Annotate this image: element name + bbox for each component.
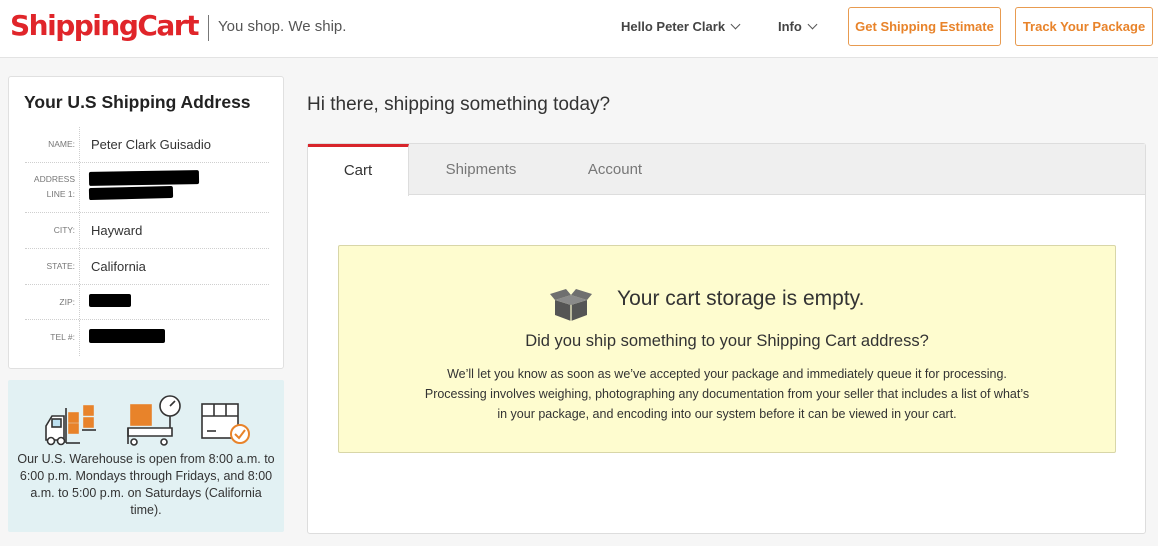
greeting-heading: Hi there, shipping something today? <box>307 94 611 115</box>
redacted-phone <box>89 329 165 343</box>
state-value: California <box>91 259 146 274</box>
top-header: ShippingCart You shop. We ship. Hello Pe… <box>0 0 1158 58</box>
address-line1-label: ADDRESS LINE 1: <box>33 174 75 199</box>
redacted-address <box>88 185 174 201</box>
city-value: Hayward <box>91 223 143 238</box>
info-menu-label: Info <box>778 19 802 34</box>
cart-panel: Cart Shipments Account Your cart storage… <box>307 143 1146 534</box>
zip-label: ZIP: <box>59 297 75 307</box>
address-row-zip: ZIP: <box>25 285 269 320</box>
tab-cart[interactable]: Cart <box>308 144 409 196</box>
empty-desc-line: Processing involves weighing, photograph… <box>424 387 1030 401</box>
address-card-title: Your U.S Shipping Address <box>24 92 251 112</box>
name-value: Peter Clark Guisadio <box>91 137 211 152</box>
warehouse-icons <box>45 395 250 446</box>
empty-desc-line: in your package, and encoding into our s… <box>497 407 957 421</box>
warehouse-hours-box: Our U.S. Warehouse is open from 8:00 a.m… <box>8 380 284 532</box>
chevron-down-icon <box>730 19 741 30</box>
city-label: CITY: <box>53 225 75 235</box>
open-box-icon <box>550 289 592 321</box>
name-label: NAME: <box>48 139 75 149</box>
empty-cart-description: We’ll let you know as soon as we’ve acce… <box>339 364 1115 424</box>
logo-divider <box>208 15 209 41</box>
address-row-city: CITY: Hayward <box>25 213 269 249</box>
user-menu-label: Hello Peter Clark <box>621 19 726 34</box>
address-row-tel: TEL #: <box>25 320 269 356</box>
address-row-name: NAME: Peter Clark Guisadio <box>25 127 269 163</box>
box-check-icon <box>201 403 250 444</box>
redacted-zip <box>89 294 131 307</box>
track-package-button[interactable]: Track Your Package <box>1015 7 1153 46</box>
tagline: You shop. We ship. <box>218 18 347 35</box>
shipping-estimate-button[interactable]: Get Shipping Estimate <box>848 7 1001 46</box>
tab-bar: Cart Shipments Account <box>308 144 1145 196</box>
package-scale-icon <box>127 395 181 446</box>
user-menu[interactable]: Hello Peter Clark <box>621 19 741 34</box>
warehouse-hours-text: Our U.S. Warehouse is open from 8:00 a.m… <box>17 452 275 517</box>
address-row-state: STATE: California <box>25 249 269 285</box>
state-label: STATE: <box>46 261 76 271</box>
redacted-address <box>88 170 200 186</box>
logo[interactable]: ShippingCart <box>10 9 200 42</box>
shipping-address-card: Your U.S Shipping Address NAME: Peter Cl… <box>8 76 284 369</box>
empty-desc-line: We’ll let you know as soon as we’ve acce… <box>447 367 1007 381</box>
tab-shipments[interactable]: Shipments <box>421 144 541 195</box>
forklift-icon <box>45 405 96 446</box>
address-row-line1: ADDRESS LINE 1: <box>25 163 269 213</box>
tab-account[interactable]: Account <box>560 144 670 195</box>
tel-label: TEL #: <box>50 332 75 342</box>
empty-cart-notice: Your cart storage is empty. Did you ship… <box>338 245 1116 453</box>
empty-cart-subtitle: Did you ship something to your Shipping … <box>525 332 929 350</box>
empty-cart-title: Your cart storage is empty. <box>617 287 865 310</box>
chevron-down-icon <box>807 19 818 30</box>
info-menu[interactable]: Info <box>778 19 818 34</box>
